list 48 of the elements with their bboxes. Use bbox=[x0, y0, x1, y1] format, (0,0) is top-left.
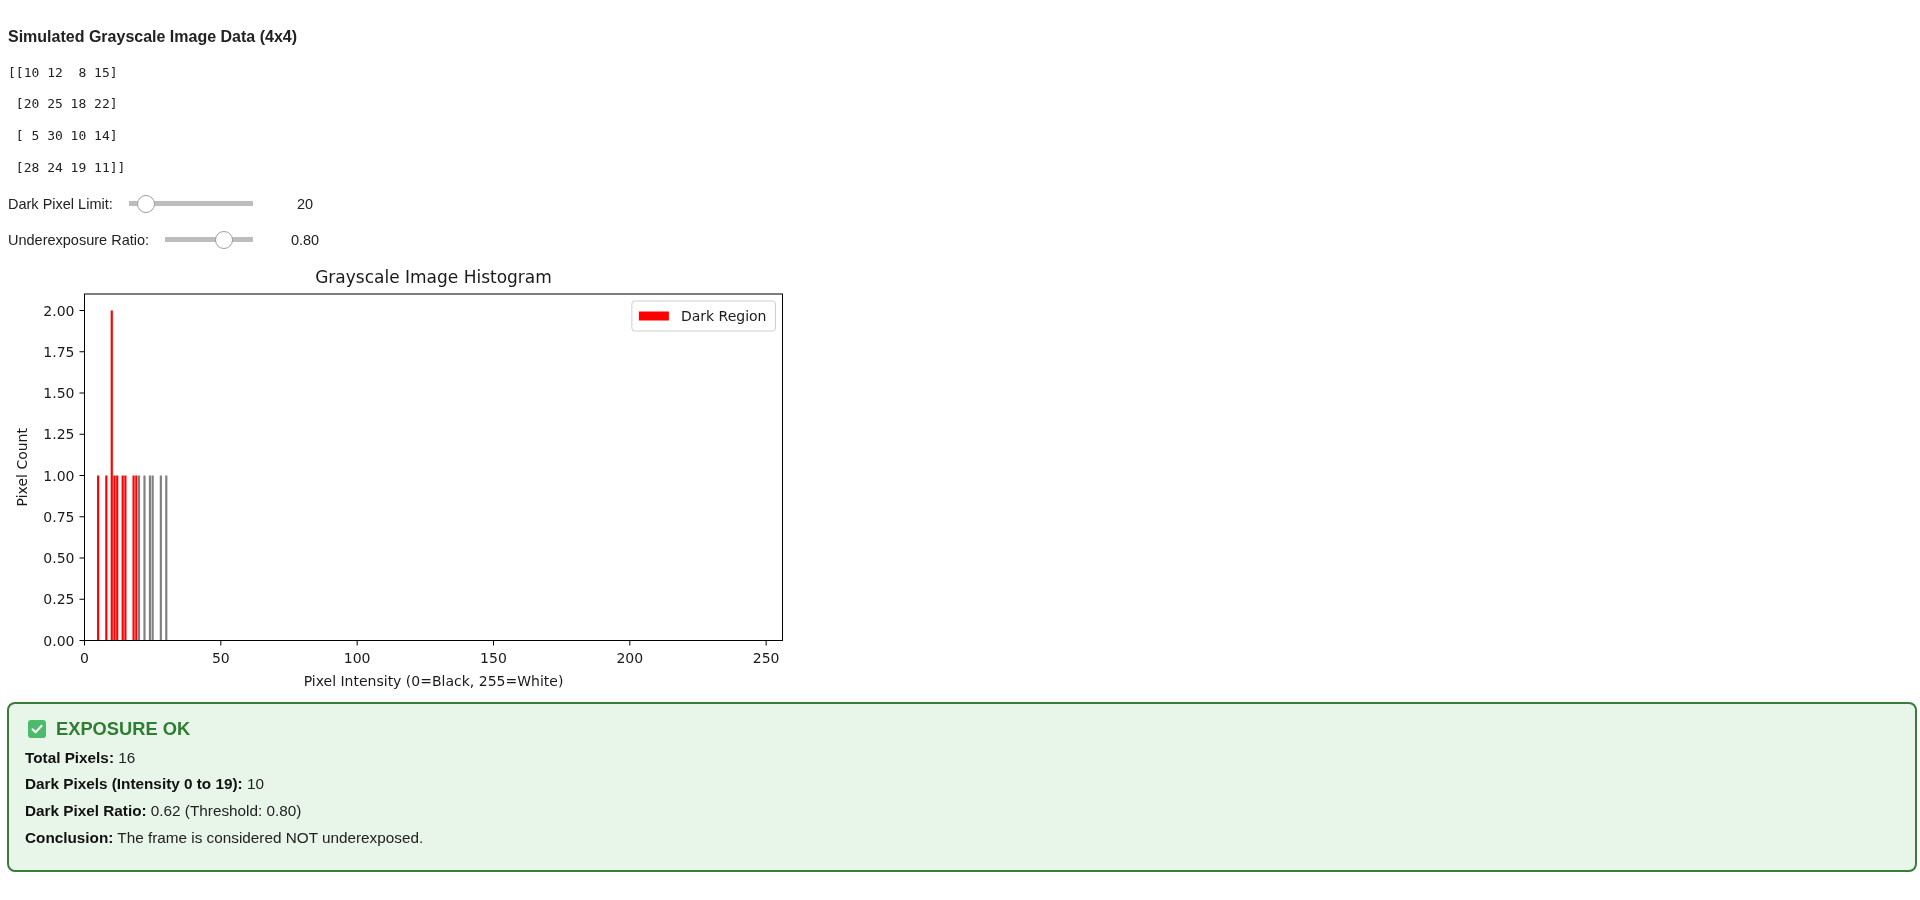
y-axis-label: Pixel Count bbox=[14, 427, 30, 507]
tick-mark bbox=[493, 639, 494, 646]
axis-tick-label: 2.00 bbox=[43, 302, 75, 319]
axis-tick-label: 250 bbox=[752, 649, 780, 666]
axis-tick-label: 100 bbox=[343, 649, 371, 666]
tick-mark bbox=[79, 516, 85, 517]
axis-tick-label: 0.50 bbox=[43, 549, 75, 566]
tick-mark bbox=[356, 639, 358, 646]
legend-label: Dark Region bbox=[680, 307, 767, 324]
axis-tick-label: 0.75 bbox=[43, 508, 75, 525]
axis-tick-label: 0.25 bbox=[43, 591, 75, 607]
slider-label: Dark Pixel Limit: bbox=[8, 195, 113, 212]
slider-thumb[interactable] bbox=[137, 194, 156, 213]
axis-tick-label: 200 bbox=[616, 649, 644, 666]
axis-tick-label: 150 bbox=[480, 649, 507, 666]
tick-mark bbox=[79, 557, 85, 559]
tick-mark bbox=[79, 392, 85, 394]
axis-tick-label: 0.00 bbox=[43, 632, 75, 649]
result-title: EXPOSURE OK bbox=[56, 717, 191, 740]
matrix-row-text: [28 24 19 11]] bbox=[14, 158, 126, 177]
tick-mark bbox=[79, 433, 85, 435]
slider-label: Underexposure Ratio: bbox=[8, 231, 150, 248]
matrix-row-text: [[10 12 8 15] bbox=[8, 63, 118, 82]
stat-line: Total Pixels: 16 bbox=[25, 748, 136, 767]
chart-title: Grayscale Image Histogram bbox=[315, 266, 552, 287]
axis-tick-label: 0 bbox=[80, 649, 89, 666]
matrix-row-text: [ 5 30 10 14] bbox=[14, 127, 118, 146]
matrix-row-text: [20 25 18 22] bbox=[14, 95, 118, 114]
stat-line: Dark Pixels (Intensity 0 to 19): 10 bbox=[25, 775, 264, 794]
tick-mark bbox=[79, 474, 85, 476]
stat-line: Dark Pixel Ratio: 0.62 (Threshold: 0.80) bbox=[25, 802, 302, 821]
tick-mark bbox=[629, 639, 631, 646]
slider-thumb[interactable] bbox=[215, 230, 234, 249]
tick-mark bbox=[79, 309, 85, 311]
section-heading: Simulated Grayscale Image Data (4x4) bbox=[8, 27, 298, 47]
stat-line: Conclusion: The frame is considered NOT underexposed. bbox=[25, 828, 424, 847]
axis-tick-label: 50 bbox=[211, 649, 230, 666]
axis-tick-label: 1.00 bbox=[43, 467, 75, 484]
x-axis-label: Pixel Intensity (0=Black, 255=White) bbox=[303, 672, 564, 689]
tick-mark bbox=[79, 351, 85, 352]
tick-mark bbox=[765, 639, 767, 646]
axis-tick-label: 1.25 bbox=[43, 426, 75, 442]
axis-tick-label: 1.75 bbox=[43, 343, 75, 360]
tick-mark bbox=[220, 639, 222, 646]
tick-mark bbox=[79, 598, 85, 600]
slider-value: 0.80 bbox=[290, 231, 320, 248]
axis-tick-label: 1.50 bbox=[43, 384, 75, 401]
slider-value: 20 bbox=[296, 195, 314, 212]
